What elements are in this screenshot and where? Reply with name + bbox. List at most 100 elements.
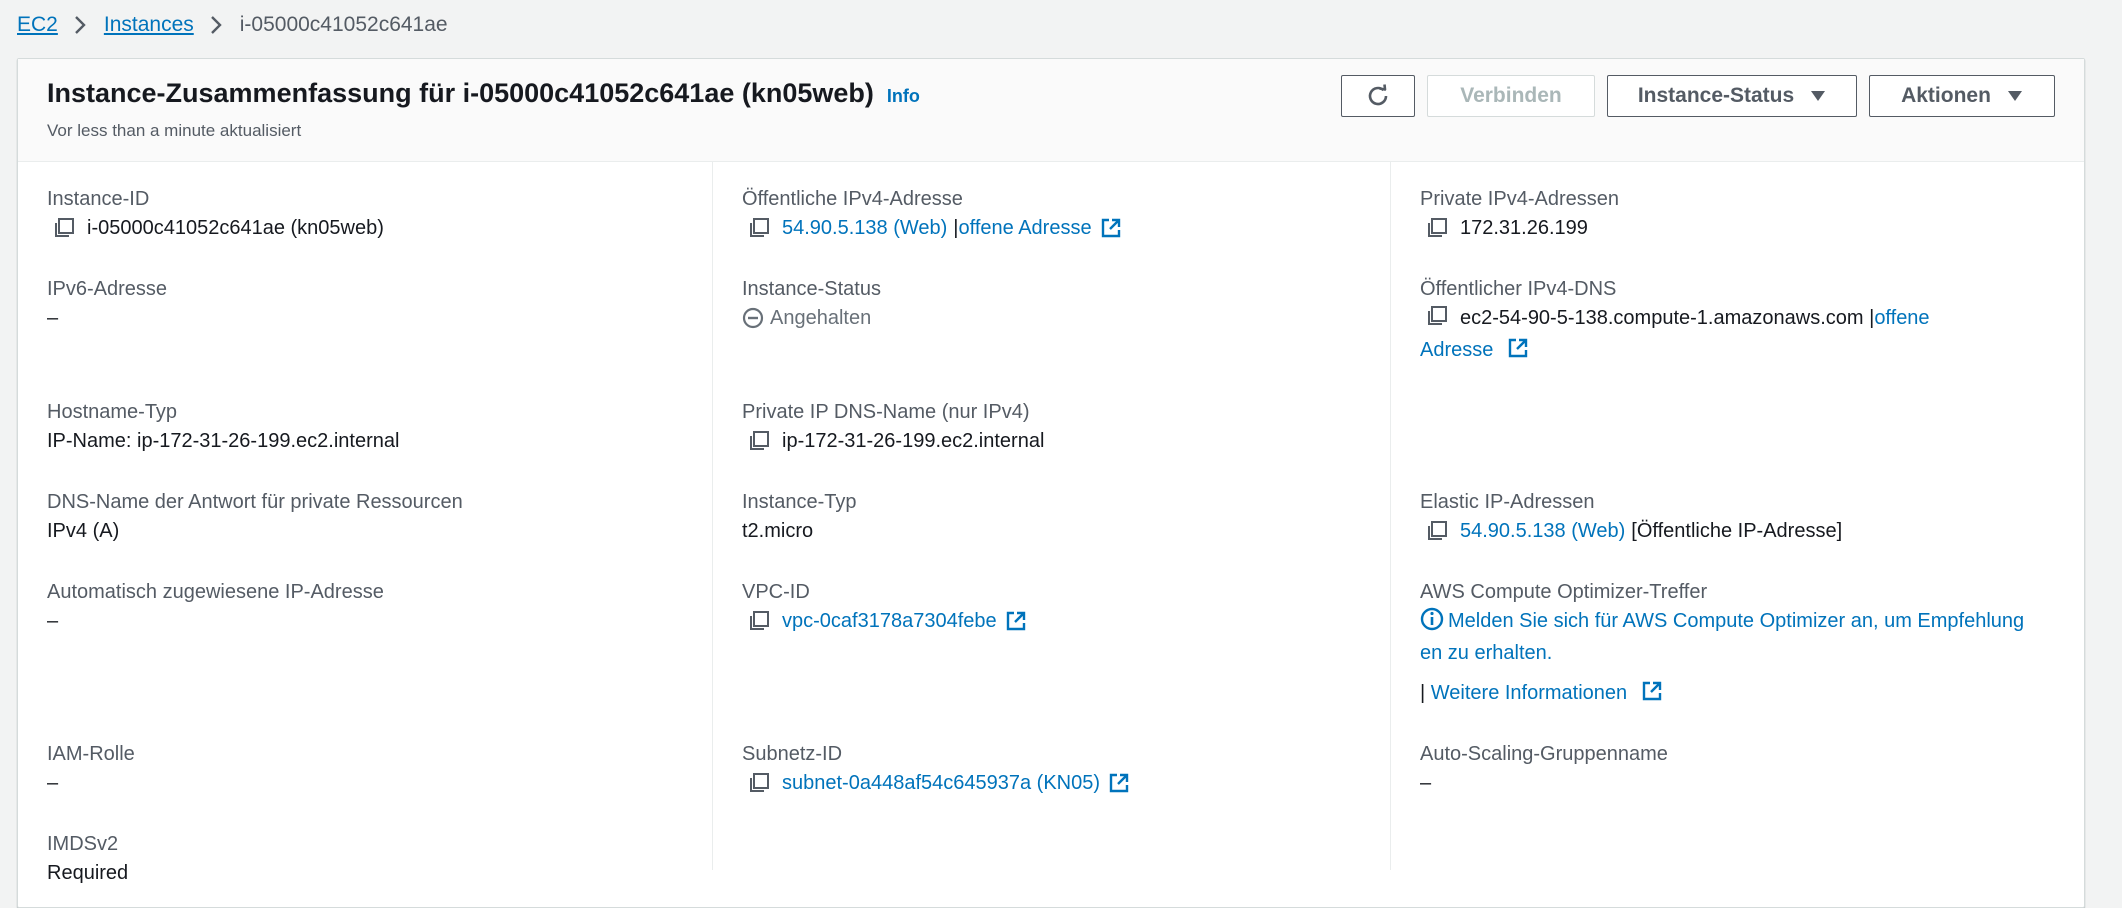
copy-icon[interactable]	[748, 217, 770, 239]
label-public-ipv4: Öffentliche IPv4-Adresse	[742, 188, 963, 210]
label-ipv6: IPv6-Adresse	[47, 278, 168, 300]
external-link-icon[interactable]	[1005, 610, 1027, 632]
open-address-link-cont[interactable]: Adresse	[1420, 339, 1493, 361]
chevron-right-icon	[210, 15, 222, 35]
elastic-ip-suffix: [Öffentliche IP-Adresse]	[1631, 520, 1843, 542]
field-private-dns: Private IP DNS-Name (nur IPv4) ip-172-31…	[742, 399, 1370, 457]
value-imdsv2: Required	[47, 862, 129, 884]
field-elastic-ip: Elastic IP-Adressen 54.90.5.138 (Web) [Ö…	[1420, 489, 2064, 547]
field-instance-state: Instance-Status Angehalten	[742, 276, 1370, 334]
value-instance-type: t2.micro	[742, 520, 814, 542]
page-title: Instance-Zusammenfassung für i-05000c410…	[47, 78, 920, 109]
label-iam-role: IAM-Rolle	[47, 743, 135, 765]
field-auto-ip: Automatisch zugewiesene IP-Adresse –	[47, 579, 692, 637]
value-asg-name: –	[1420, 772, 1432, 794]
instance-summary-panel: Instance-Zusammenfassung für i-05000c410…	[17, 58, 2085, 908]
label-public-dns: Öffentlicher IPv4-DNS	[1420, 278, 1617, 300]
separator: |	[1420, 682, 1426, 704]
label-auto-ip: Automatisch zugewiesene IP-Adresse	[47, 581, 384, 603]
field-hostname-type: Hostname-Typ IP-Name: ip-172-31-26-199.e…	[47, 399, 692, 457]
details-column-2: Öffentliche IPv4-Adresse 54.90.5.138 (We…	[712, 162, 1390, 870]
field-iam-role: IAM-Rolle –	[47, 741, 692, 799]
field-public-ipv4: Öffentliche IPv4-Adresse 54.90.5.138 (We…	[742, 186, 1370, 244]
label-optimizer: AWS Compute Optimizer-Treffer	[1420, 581, 1708, 603]
field-instance-id: Instance-ID i-05000c41052c641ae (kn05web…	[47, 186, 692, 244]
field-vpc-id: VPC-ID vpc-0caf3178a7304febe	[742, 579, 1370, 637]
instance-state-button[interactable]: Instance-Status	[1607, 75, 1857, 117]
actions-label: Aktionen	[1901, 84, 1991, 107]
field-private-ipv4: Private IPv4-Adressen 172.31.26.199	[1420, 186, 2064, 244]
last-updated-text: Vor less than a minute aktualisiert	[47, 121, 302, 140]
chevron-right-icon	[74, 15, 86, 35]
value-dns-answer: IPv4 (A)	[47, 520, 120, 542]
optimizer-opt-in-link[interactable]: Melden Sie sich für AWS Compute Optimize…	[1448, 610, 2024, 632]
label-elastic-ip: Elastic IP-Adressen	[1420, 491, 1595, 513]
optimizer-opt-in-link-cont[interactable]: en zu erhalten.	[1420, 642, 1552, 664]
breadcrumb: EC2 Instances i-05000c41052c641ae	[17, 10, 448, 40]
label-instance-state: Instance-Status	[742, 278, 881, 300]
info-circle-icon	[1420, 607, 1444, 631]
label-dns-answer: DNS-Name der Antwort für private Ressour…	[47, 491, 463, 513]
elastic-ip-link[interactable]: 54.90.5.138 (Web)	[1460, 515, 1625, 547]
external-link-icon[interactable]	[1108, 772, 1130, 794]
field-ipv6: IPv6-Adresse –	[47, 276, 692, 334]
label-private-ipv4: Private IPv4-Adressen	[1420, 188, 1619, 210]
copy-icon[interactable]	[1426, 520, 1448, 542]
public-ipv4-link[interactable]: 54.90.5.138 (Web)	[782, 212, 947, 244]
external-link-icon[interactable]	[1100, 217, 1122, 239]
open-address-link[interactable]: offene Adresse	[959, 212, 1092, 244]
stopped-status-icon	[742, 307, 764, 329]
value-hostname-type: IP-Name: ip-172-31-26-199.ec2.internal	[47, 430, 400, 452]
copy-icon[interactable]	[748, 430, 770, 452]
label-vpc-id: VPC-ID	[742, 581, 810, 603]
more-info-link[interactable]: Weitere Informationen	[1431, 682, 1627, 704]
value-private-ipv4: 172.31.26.199	[1460, 217, 1588, 239]
copy-icon[interactable]	[748, 610, 770, 632]
label-subnet-id: Subnetz-ID	[742, 743, 843, 765]
copy-icon[interactable]	[748, 772, 770, 794]
field-dns-answer: DNS-Name der Antwort für private Ressour…	[47, 489, 692, 547]
refresh-icon	[1365, 83, 1391, 109]
breadcrumb-instances-link[interactable]: Instances	[104, 13, 194, 37]
details-column-1: Instance-ID i-05000c41052c641ae (kn05web…	[18, 162, 712, 907]
actions-button[interactable]: Aktionen	[1869, 75, 2055, 117]
field-asg-name: Auto-Scaling-Gruppenname –	[1420, 741, 2064, 799]
value-iam-role: –	[47, 772, 59, 794]
label-instance-type: Instance-Typ	[742, 491, 857, 513]
breadcrumb-ec2-link[interactable]: EC2	[17, 13, 58, 37]
value-private-dns: ip-172-31-26-199.ec2.internal	[782, 430, 1045, 452]
label-imdsv2: IMDSv2	[47, 833, 119, 855]
field-public-dns: Öffentlicher IPv4-DNS ec2-54-90-5-138.co…	[1420, 276, 2064, 366]
value-instance-state: Angehalten	[770, 307, 872, 329]
label-instance-id: Instance-ID	[47, 188, 150, 210]
info-link[interactable]: Info	[887, 86, 920, 107]
value-public-dns: ec2-54-90-5-138.compute-1.amazonaws.com	[1460, 307, 1864, 329]
open-address-link[interactable]: offene	[1874, 307, 1929, 329]
external-link-icon[interactable]	[1507, 337, 1529, 359]
value-ipv6: –	[47, 307, 59, 329]
label-hostname-type: Hostname-Typ	[47, 401, 178, 423]
label-private-dns: Private IP DNS-Name (nur IPv4)	[742, 401, 1030, 423]
field-imdsv2: IMDSv2 Required	[47, 831, 692, 889]
caret-down-icon	[2007, 90, 2023, 102]
field-instance-type: Instance-Typ t2.micro	[742, 489, 1370, 547]
connect-button[interactable]: Verbinden	[1427, 75, 1595, 117]
copy-icon[interactable]	[1426, 305, 1448, 327]
copy-icon[interactable]	[1426, 217, 1448, 239]
refresh-button[interactable]	[1341, 75, 1415, 117]
copy-icon[interactable]	[53, 217, 75, 239]
breadcrumb-current: i-05000c41052c641ae	[239, 13, 448, 36]
title-text: Instance-Zusammenfassung für i-05000c410…	[47, 78, 874, 108]
label-asg-name: Auto-Scaling-Gruppenname	[1420, 743, 1668, 765]
subnet-id-link[interactable]: subnet-0a448af54c645937a (KN05)	[782, 767, 1100, 799]
external-link-icon[interactable]	[1641, 680, 1663, 702]
caret-down-icon	[1810, 90, 1826, 102]
vpc-id-link[interactable]: vpc-0caf3178a7304febe	[782, 605, 997, 637]
details-column-3: Private IPv4-Adressen 172.31.26.199 Öffe…	[1390, 162, 2084, 870]
field-subnet-id: Subnetz-ID subnet-0a448af54c645937a (KN0…	[742, 741, 1370, 799]
value-instance-id: i-05000c41052c641ae (kn05web)	[87, 217, 384, 239]
panel-header: Instance-Zusammenfassung für i-05000c410…	[18, 59, 2084, 162]
instance-state-label: Instance-Status	[1637, 84, 1795, 107]
value-auto-ip: –	[47, 610, 59, 632]
field-optimizer: AWS Compute Optimizer-Treffer Melden Sie…	[1420, 579, 2064, 709]
